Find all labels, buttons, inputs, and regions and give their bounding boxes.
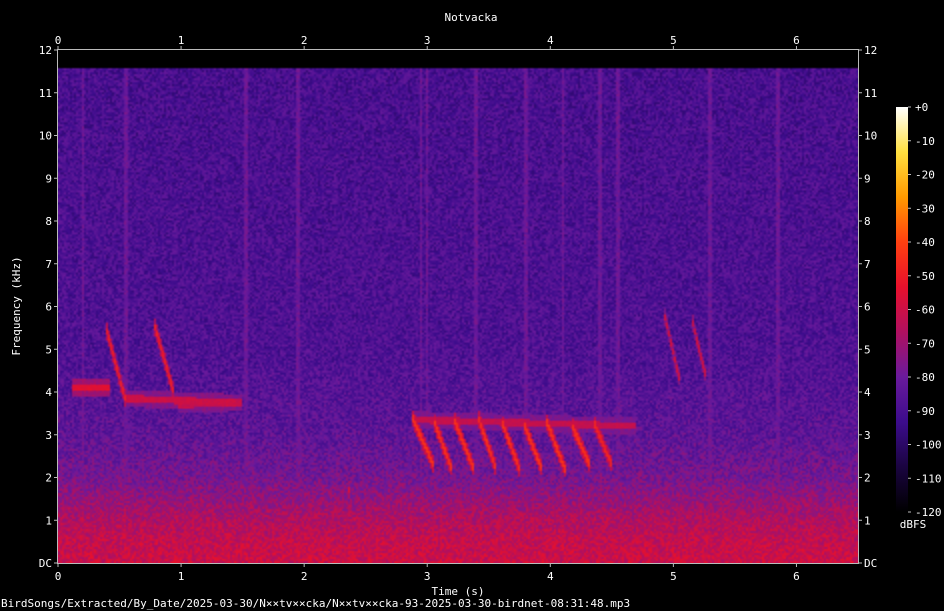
y-tick-label-right: DC	[864, 557, 877, 570]
y-tick-label-right: 6	[864, 301, 871, 314]
colorbar-label: dBFS	[900, 518, 927, 531]
y-tick-label-right: 4	[864, 386, 871, 399]
spectrogram-image	[58, 50, 858, 563]
y-tick-label-right: 5	[864, 343, 871, 356]
y-tick-label-right: 8	[864, 215, 871, 228]
colorbar-tick-label: -10	[915, 135, 935, 148]
y-tick-label: 10	[39, 130, 52, 143]
spectrogram-chart: Notvacka 0123456 0123456 DC1234567891011…	[0, 0, 944, 611]
y-tick-label: 4	[45, 386, 52, 399]
x-tick-label: 0	[55, 570, 62, 583]
colorbar-tick-label: -50	[915, 270, 935, 283]
y-tick-label: 7	[45, 258, 52, 271]
x-tick-label-top: 2	[301, 34, 308, 47]
y-tick-label: 12	[39, 44, 52, 57]
x-tick-label-top: 3	[424, 34, 431, 47]
file-path: BirdSongs/Extracted/By_Date/2025-03-30/N…	[1, 597, 630, 610]
x-tick-label-top: 6	[793, 34, 800, 47]
colorbar-tick-label: +0	[915, 101, 928, 114]
y-tick-label: 9	[45, 172, 52, 185]
y-tick-label-right: 11	[864, 87, 877, 100]
y-tick-label: 8	[45, 215, 52, 228]
y-tick-label: 3	[45, 429, 52, 442]
colorbar-tick-label: -110	[915, 472, 942, 485]
y-tick-label: 11	[39, 87, 52, 100]
x-tick-label: 2	[301, 570, 308, 583]
y-tick-label-right: 1	[864, 514, 871, 527]
y-tick-label-right: 12	[864, 44, 877, 57]
colorbar-tick-label: -80	[915, 371, 935, 384]
y-tick-label: 1	[45, 514, 52, 527]
y-tick-label-right: 10	[864, 130, 877, 143]
colorbar-tick-label: -90	[915, 405, 935, 418]
colorbar-tick-label: -60	[915, 304, 935, 317]
x-tick-label: 6	[793, 570, 800, 583]
y-tick-label: DC	[39, 557, 52, 570]
y-axis-label: Frequency (kHz)	[10, 256, 23, 355]
y-tick-label: 5	[45, 343, 52, 356]
x-tick-label: 1	[178, 570, 185, 583]
x-tick-label: 3	[424, 570, 431, 583]
x-tick-label-top: 5	[670, 34, 677, 47]
colorbar-gradient	[896, 107, 908, 512]
y-tick-label-right: 9	[864, 172, 871, 185]
x-tick-label-top: 1	[178, 34, 185, 47]
x-tick-label: 4	[547, 570, 554, 583]
colorbar-tick-label: -100	[915, 439, 942, 452]
colorbar-tick-label: -70	[915, 337, 935, 350]
colorbar-tick-label: -20	[915, 169, 935, 182]
y-tick-label: 2	[45, 472, 52, 485]
plot-area	[57, 49, 859, 564]
y-tick-label-right: 7	[864, 258, 871, 271]
y-tick-label: 6	[45, 301, 52, 314]
x-tick-label: 5	[670, 570, 677, 583]
y-tick-label-right: 3	[864, 429, 871, 442]
colorbar-tick-label: -30	[915, 202, 935, 215]
y-tick-label-right: 2	[864, 472, 871, 485]
x-tick-label-top: 4	[547, 34, 554, 47]
colorbar-tick-label: -40	[915, 236, 935, 249]
x-tick-label-top: 0	[55, 34, 62, 47]
chart-title: Notvacka	[445, 11, 498, 24]
